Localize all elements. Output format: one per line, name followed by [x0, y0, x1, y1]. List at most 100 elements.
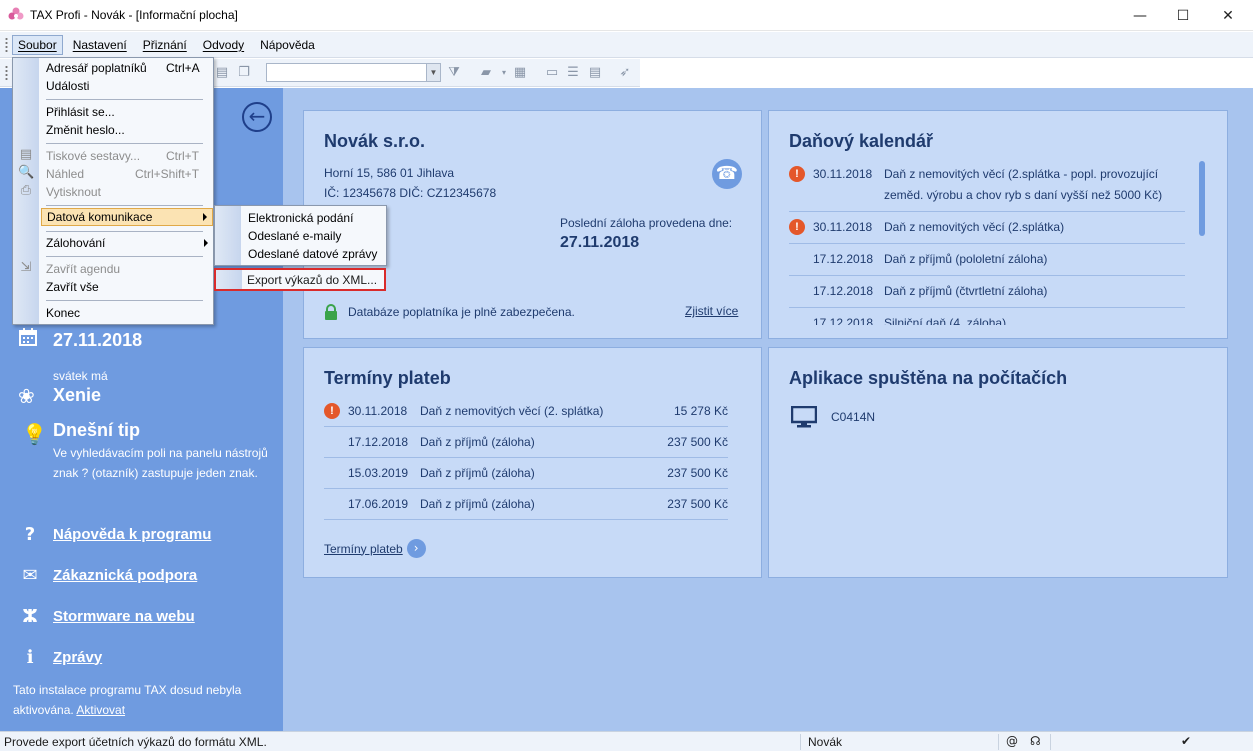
folder-icon[interactable]: ▰ — [478, 65, 494, 80]
payments-link[interactable]: Termíny plateb › — [324, 539, 426, 558]
sidebar-link-support[interactable]: ✉ Zákaznická podpora — [18, 563, 197, 587]
menu-item-zalohovani[interactable]: Zálohování — [40, 234, 214, 252]
calendar-date: 17.12.2018 — [813, 284, 874, 298]
menu-item-odeslane-zpravy[interactable]: Odeslané datové zprávy — [242, 245, 386, 263]
sidebar-link-label[interactable]: Nápověda k programu — [53, 526, 211, 543]
minimize-button[interactable]: — — [1117, 0, 1163, 31]
list-item[interactable]: ! 30.11.2018 Daň z nemovitých věcí (2.sp… — [789, 159, 1185, 212]
chevron-down-icon[interactable]: ▼ — [426, 64, 440, 81]
email-at-icon[interactable]: @ — [1006, 734, 1018, 748]
menu-item-adresar[interactable]: Adresář poplatníků Ctrl+A — [40, 59, 214, 77]
menu-item-zavrit-agendu[interactable]: Zavřít agendu — [40, 260, 214, 278]
menu-item-zavrit-vse[interactable]: Zavřít vše — [40, 278, 214, 296]
activation-text: Tato instalace programu TAX dosud nebyla… — [13, 683, 242, 717]
menu-item-datova-komunikace[interactable]: Datová komunikace — [41, 208, 213, 226]
menu-napoveda[interactable]: Nápověda — [254, 35, 321, 55]
help-pointer-icon[interactable]: ➶ — [617, 65, 633, 80]
payment-text: Daň z příjmů (záloha) — [420, 497, 535, 511]
list-item[interactable]: ! 30.11.2018 Daň z nemovitých věcí (2.sp… — [789, 212, 1185, 244]
menu-item-nahled[interactable]: Náhled Ctrl+Shift+T — [40, 165, 214, 183]
calendar-text: Daň z nemovitých věcí (2.splátka - popl.… — [884, 167, 1163, 202]
learn-more-link[interactable]: Zjistit více — [685, 304, 738, 318]
tax-calendar-list[interactable]: ! 30.11.2018 Daň z nemovitých věcí (2.sp… — [789, 159, 1185, 325]
table-row[interactable]: 17.12.2018 Daň z příjmů (záloha) 237 500… — [324, 427, 728, 458]
notes-icon[interactable]: ▤ — [587, 65, 603, 80]
phone-icon[interactable]: ☎ — [712, 159, 742, 189]
menu-priznani[interactable]: Přiznání — [137, 35, 193, 55]
list-icon[interactable]: ☰ — [565, 65, 581, 80]
preview-icon: 🔍 — [18, 165, 35, 180]
sidebar-link-help[interactable]: ? Nápověda k programu — [18, 522, 212, 546]
sidebar-link-label[interactable]: Stormware na webu — [53, 608, 195, 625]
folder-dropdown-icon[interactable]: ▾ — [496, 65, 512, 80]
menu-item-konec[interactable]: Konec — [40, 304, 214, 322]
sidebar-link-web[interactable]: ⵣ Stormware na webu — [18, 604, 195, 628]
table-row[interactable]: 15.03.2019 Daň z příjmů (záloha) 237 500… — [324, 458, 728, 489]
arrow-right-icon[interactable]: › — [406, 539, 426, 558]
status-user: Novák — [808, 735, 843, 749]
company-name: Novák s.r.o. — [324, 131, 426, 151]
table-row[interactable]: ! 30.11.2018 Daň z nemovitých věcí (2. s… — [324, 396, 728, 427]
close-button[interactable]: ✕ — [1205, 0, 1251, 31]
payment-date: 30.11.2018 — [348, 404, 408, 418]
tip-title: Dnešní tip — [53, 420, 141, 440]
menubar-grip-icon[interactable] — [5, 36, 8, 53]
menu-item-udalosti[interactable]: Události — [40, 77, 214, 95]
postal-horn-icon[interactable]: ☊ — [1030, 734, 1041, 748]
payments-title: Termíny plateb — [324, 368, 451, 388]
status-bar: Provede export účetních výkazů do formát… — [0, 731, 1253, 751]
sidebar-link-label[interactable]: Zákaznická podpora — [53, 567, 197, 584]
close-agenda-icon: ⇲ — [20, 260, 32, 275]
menu-item-odeslane-emaily[interactable]: Odeslané e-maily — [242, 227, 386, 245]
menu-item-tiskove-sestavy[interactable]: Tiskové sestavy... Ctrl+T — [40, 147, 214, 165]
menu-item-label: Tiskové sestavy... — [46, 149, 141, 163]
calendar-date: 17.12.2018 — [813, 252, 874, 266]
menu-odvody[interactable]: Odvody — [197, 35, 250, 55]
maximize-button[interactable]: ☐ — [1160, 0, 1206, 31]
filter-icon[interactable]: ⧩ — [446, 65, 462, 80]
list-item[interactable]: 17.12.2018 Daň z příjmů (pololetní záloh… — [789, 244, 1185, 276]
payment-amount: 15 278 Kč — [673, 404, 728, 418]
list-item[interactable]: 17.12.2018 Silniční daň (4. záloha) — [789, 308, 1185, 325]
activate-link[interactable]: Aktivovat — [76, 703, 125, 717]
menu-item-label: Zavřít vše — [46, 280, 99, 294]
menu-icon-strip — [215, 206, 241, 265]
copy-icon[interactable]: ❐ — [236, 65, 252, 80]
toolbar-grip-icon[interactable] — [5, 65, 8, 81]
calendar-icon — [19, 328, 37, 346]
computer-item: C0414N — [790, 405, 875, 428]
lightbulb-icon: 💡 — [22, 422, 47, 446]
menu-item-export-xml[interactable]: Export výkazů do XML... — [214, 268, 386, 291]
status-separator — [800, 734, 801, 750]
payment-date: 15.03.2019 — [348, 466, 409, 480]
calendar-scrollbar[interactable] — [1199, 161, 1205, 236]
menu-separator — [46, 256, 203, 257]
back-arrow-icon[interactable]: ← — [242, 102, 272, 132]
menu-item-vytisknout[interactable]: Vytisknout — [40, 183, 214, 201]
menu-item-elektronicka-podani[interactable]: Elektronická podání — [242, 209, 386, 227]
search-combobox[interactable]: ▼ — [266, 63, 441, 82]
title-bar: TAX Profi - Novák - [Informační plocha] … — [0, 0, 1253, 31]
menu-nastaveni[interactable]: Nastavení — [67, 35, 133, 55]
menu-item-zmenit-heslo[interactable]: Změnit heslo... — [40, 121, 214, 139]
menu-separator — [46, 231, 203, 232]
check-circle-icon[interactable]: ✔ — [1181, 734, 1191, 748]
calculator-icon[interactable]: ▦ — [512, 65, 528, 80]
lock-icon — [324, 304, 338, 320]
payment-text: Daň z příjmů (záloha) — [420, 435, 535, 449]
sidebar-link-label[interactable]: Zprávy — [53, 649, 102, 666]
menu-item-prihlasit[interactable]: Přihlásit se... — [40, 103, 214, 121]
menu-item-shortcut: Ctrl+Shift+T — [135, 167, 200, 181]
sidebar-link-news[interactable]: ℹ Zprávy — [18, 645, 103, 669]
message-icon[interactable]: ▭ — [544, 65, 560, 80]
menu-soubor[interactable]: Soubor — [12, 34, 63, 55]
nameday-name: Xenie — [53, 385, 102, 405]
payments-list: ! 30.11.2018 Daň z nemovitých věcí (2. s… — [324, 396, 728, 520]
print-icon[interactable]: ▤ — [214, 65, 230, 80]
menu-item-label: Odeslané e-maily — [248, 229, 342, 243]
list-item[interactable]: 17.12.2018 Daň z příjmů (čtvrtletní zálo… — [789, 276, 1185, 308]
table-row[interactable]: 17.06.2019 Daň z příjmů (záloha) 237 500… — [324, 489, 728, 520]
payments-link-label[interactable]: Termíny plateb — [324, 542, 403, 556]
question-icon: ? — [24, 523, 36, 545]
